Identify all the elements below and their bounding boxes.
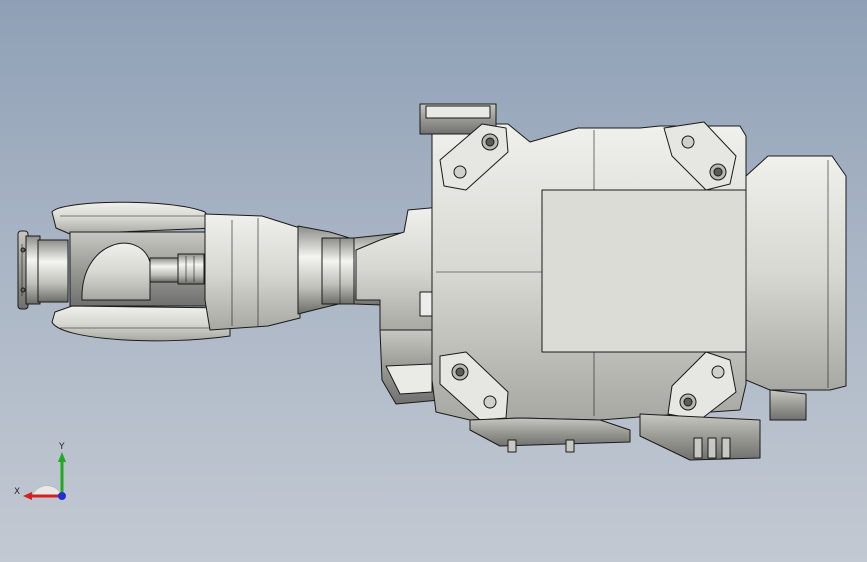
robot-arm-model[interactable] — [17, 103, 847, 461]
cad-viewport[interactable] — [0, 0, 867, 562]
axis-triad: Y X — [14, 442, 66, 500]
y-arrowhead-icon — [58, 452, 66, 462]
x-axis-label: X — [14, 487, 20, 497]
z-axis-dot-icon — [58, 492, 66, 500]
triad-plane — [31, 485, 63, 497]
y-axis-label: Y — [58, 442, 65, 452]
motor-block[interactable] — [419, 103, 747, 421]
wrist-fork[interactable] — [51, 201, 231, 342]
wrist-flange[interactable] — [17, 230, 69, 310]
x-arrowhead-icon — [23, 492, 32, 500]
